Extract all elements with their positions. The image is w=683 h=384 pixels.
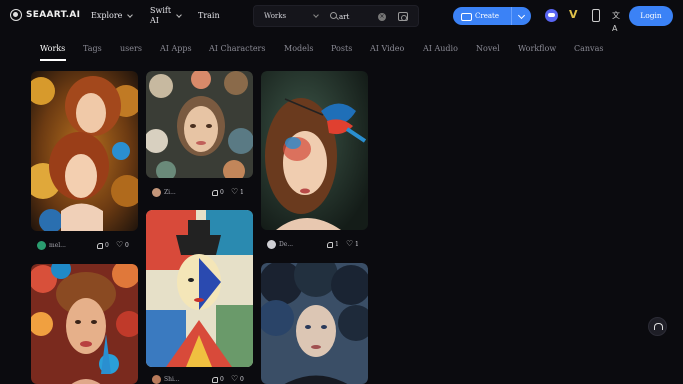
tab-posts[interactable]: Posts [331,44,352,53]
brush-icon [461,12,472,21]
nav-swift-ai-label: Swift AI [150,6,172,25]
like-count[interactable]: 0 [97,242,109,249]
create-button: Create [453,7,531,25]
twin-portrait-artwork [31,71,138,231]
heart-icon [231,187,238,196]
like-count-value: 1 [335,241,339,248]
chevron-down-icon [176,12,182,18]
language-icon[interactable]: 文A [612,9,625,33]
active-tab-indicator [40,59,66,61]
top-header: SEAART.AI Explore Swift AI Train Works ×… [0,0,683,33]
logo-mark-icon [10,9,22,21]
author-name[interactable]: Zi... [164,189,176,196]
discord-icon[interactable] [545,9,558,22]
tab-works[interactable]: Works [40,44,65,53]
dark-curls-portrait-artwork [261,263,368,384]
thumbs-up-icon [327,241,333,248]
tab-novel[interactable]: Novel [476,44,500,53]
favorite-count-value: 0 [125,242,129,249]
like-count[interactable]: 1 [327,241,339,248]
floral-portrait-artwork [146,71,253,178]
work-meta: mel... 0 0 [31,240,138,252]
heart-icon [116,240,123,249]
chevron-down-icon [313,12,319,18]
cubist-portrait-artwork [146,210,253,367]
login-button[interactable]: Login [629,6,673,26]
work-meta: Shi... 0 0 [146,374,253,384]
work-image[interactable] [261,263,368,384]
like-count[interactable]: 0 [212,376,224,383]
search-bar: Works × [253,5,419,27]
favorite-count[interactable]: 1 [346,239,359,249]
favorite-count[interactable]: 0 [231,374,244,384]
thumbs-up-icon [212,189,218,196]
tab-ai-video[interactable]: AI Video [370,44,404,53]
work-image[interactable] [261,71,368,230]
mobile-app-icon[interactable] [592,9,600,22]
like-count-value: 0 [220,376,224,383]
work-image[interactable] [31,264,138,384]
nav-swift-ai[interactable]: Swift AI [150,6,182,26]
clear-icon[interactable]: × [378,13,386,21]
favorite-count-value: 1 [355,241,359,248]
avatar[interactable] [152,375,161,384]
tab-ai-apps[interactable]: AI Apps [160,44,192,53]
work-meta: De... 1 1 [261,239,368,251]
heart-icon [346,239,353,248]
heart-icon [231,374,238,383]
chevron-down-icon [127,11,134,18]
tab-tags[interactable]: Tags [83,44,102,53]
author-name[interactable]: Shi... [164,376,180,383]
image-search-icon[interactable] [398,12,408,21]
tab-users[interactable]: users [120,44,142,53]
tab-workflow[interactable]: Workflow [518,44,556,53]
like-count-value: 0 [220,189,224,196]
work-card[interactable] [261,263,368,384]
thumbs-up-icon [212,376,218,383]
create-label: Create [475,12,499,20]
work-card[interactable]: mel... 0 0 [31,71,138,256]
favorite-count-value: 1 [240,189,244,196]
tab-canvas[interactable]: Canvas [574,44,603,53]
author-name[interactable]: mel... [49,242,66,249]
like-count-value: 0 [105,242,109,249]
work-image[interactable] [31,71,138,231]
search-icon [330,12,337,19]
tab-models[interactable]: Models [284,44,314,53]
nav-train[interactable]: Train [198,11,220,20]
avatar[interactable] [37,241,46,250]
logo-text: SEAART.AI [26,10,81,20]
work-image[interactable] [146,71,253,178]
customer-support-icon[interactable] [648,317,667,336]
avatar[interactable] [152,188,161,197]
work-meta: Zi... 0 1 [146,187,253,199]
thumbs-up-icon [97,242,103,249]
work-card[interactable]: Zi... 0 1 [146,71,253,201]
author-name[interactable]: De... [279,241,293,248]
tab-ai-characters[interactable]: AI Characters [209,44,265,53]
work-card[interactable]: De... 1 1 [261,71,368,256]
like-count[interactable]: 0 [212,189,224,196]
vip-badge-icon[interactable] [568,8,581,22]
nav-explore[interactable]: Explore [91,11,134,20]
work-image[interactable] [146,210,253,367]
search-scope-select[interactable]: Works [264,12,286,20]
work-card[interactable] [31,264,138,384]
tab-ai-audio[interactable]: AI Audio [423,44,458,53]
nav-train-label: Train [198,11,220,20]
flower-crown-portrait-artwork [31,264,138,384]
avatar[interactable] [267,240,276,249]
favorite-count-value: 0 [240,376,244,383]
create-dropdown-button[interactable] [512,7,531,25]
create-main-button[interactable]: Create [453,7,511,25]
work-card[interactable]: Shi... 0 0 [146,210,253,384]
logo[interactable]: SEAART.AI [10,9,80,21]
hummingbird-portrait-artwork [261,71,368,230]
favorite-count[interactable]: 1 [231,187,244,197]
search-input[interactable] [339,10,377,23]
nav-explore-label: Explore [91,11,123,20]
favorite-count[interactable]: 0 [116,240,129,250]
